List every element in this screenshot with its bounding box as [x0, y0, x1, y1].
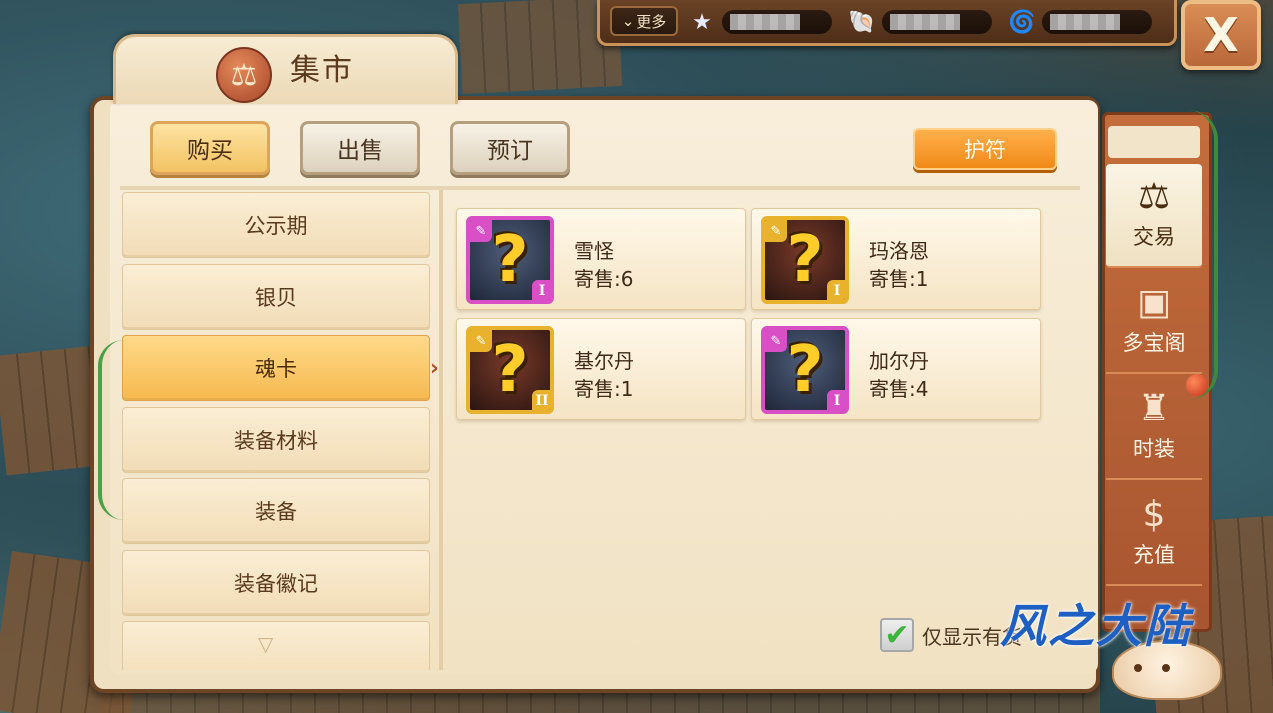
item-count: 寄售:4	[869, 377, 929, 401]
close-button[interactable]: X	[1181, 0, 1261, 70]
item-name: 雪怪	[574, 239, 614, 263]
sidebar-ornament	[1108, 126, 1200, 158]
soul-card-item[interactable]: ✎ ? II 基尔丹 寄售:1	[456, 318, 746, 420]
card-portrait: ✎ ? I	[761, 216, 849, 304]
scale-emblem-icon: ⚖	[216, 47, 272, 103]
category-item[interactable]: 银贝	[122, 264, 430, 330]
sidebar-item-recharge[interactable]: $ 充值	[1106, 482, 1202, 586]
checkbox[interactable]: ✔	[880, 617, 914, 653]
resource-shell: 🐚	[848, 8, 992, 36]
category-item[interactable]: 装备	[122, 478, 430, 544]
category-item[interactable]: 装备材料	[122, 407, 430, 473]
unknown-card-icon: ?	[786, 223, 824, 297]
unknown-card-icon: ?	[786, 333, 824, 407]
tier-badge: I	[532, 280, 550, 300]
item-name: 加尔丹	[869, 349, 929, 373]
category-item[interactable]: 公示期	[122, 192, 430, 258]
item-name: 玛洛恩	[869, 239, 929, 263]
unknown-card-icon: ?	[491, 223, 529, 297]
category-item[interactable]: 装备徽记	[122, 550, 430, 616]
category-label: 装备	[255, 500, 297, 524]
category-label: 魂卡	[255, 357, 297, 381]
tier-badge: II	[532, 390, 550, 410]
watermark-logo: 风之大陆	[1000, 599, 1192, 653]
ribbon-decoration	[98, 340, 124, 520]
soul-card-item[interactable]: ✎ ? I 加尔丹 寄售:4	[751, 318, 1041, 420]
card-portrait: ✎ ? I	[466, 216, 554, 304]
conch-icon: 🌀	[1008, 9, 1036, 35]
category-label: 装备材料	[234, 429, 318, 453]
vine-decoration	[1188, 110, 1218, 400]
tab-reserve[interactable]: 预订	[450, 121, 570, 175]
star-icon: ★	[692, 9, 712, 35]
item-count: 寄售:1	[574, 377, 634, 401]
chevron-right-icon: ›	[429, 356, 439, 381]
page-title: 集市	[290, 53, 354, 88]
shell-icon: 🐚	[848, 9, 876, 35]
unknown-card-icon: ?	[491, 333, 529, 407]
sidebar-label: 多宝阁	[1122, 331, 1186, 355]
card-portrait: ✎ ? I	[761, 326, 849, 414]
sidebar-label: 交易	[1133, 225, 1175, 249]
resource-value	[722, 10, 832, 34]
resource-conch: 🌀	[1008, 8, 1152, 36]
divider	[439, 190, 443, 670]
check-icon: ✔	[884, 617, 910, 653]
tier-badge: I	[827, 390, 845, 410]
soul-card-item[interactable]: ✎ ? I 玛洛恩 寄售:1	[751, 208, 1041, 310]
scroll-down-icon[interactable]: ▽	[258, 632, 273, 656]
sidebar-label: 时装	[1133, 437, 1175, 461]
tab-buy[interactable]: 购买	[150, 121, 270, 175]
soul-card-item[interactable]: ✎ ? I 雪怪 寄售:6	[456, 208, 746, 310]
scale-icon: ⚖	[1137, 176, 1171, 217]
resource-star: ★	[688, 8, 832, 36]
feather-icon: ✎	[765, 330, 787, 352]
category-item-active[interactable]: 魂卡 ›	[122, 335, 439, 401]
more-label: 更多	[636, 12, 667, 31]
category-label: 装备徽记	[234, 572, 318, 596]
feather-icon: ✎	[470, 220, 492, 242]
treasure-chest-icon: ▣	[1136, 282, 1171, 323]
resource-value	[1042, 10, 1152, 34]
category-list[interactable]: 公示期 银贝 魂卡 › 装备材料 装备 装备徽记	[112, 190, 440, 670]
chevron-down-icon: ⌄	[621, 12, 635, 30]
outfit-icon: ♜	[1137, 388, 1171, 429]
feather-icon: ✎	[765, 220, 787, 242]
resource-bar: ⌄ 更多 ★ 🐚 🌀	[597, 0, 1177, 46]
more-button[interactable]: ⌄ 更多	[610, 6, 678, 36]
category-label: 银贝	[255, 286, 297, 310]
tab-sell[interactable]: 出售	[300, 121, 420, 175]
category-item[interactable]	[122, 621, 430, 670]
dollar-icon: $	[1142, 494, 1166, 535]
item-count: 寄售:1	[869, 267, 929, 291]
amulet-label: 护符	[964, 138, 1006, 162]
tab-label: 出售	[337, 138, 383, 164]
resource-value	[882, 10, 992, 34]
bead-decoration	[1186, 374, 1208, 396]
amulet-button[interactable]: 护符	[913, 128, 1057, 170]
title-tab: ⚖	[113, 34, 458, 104]
close-icon: X	[1203, 8, 1239, 62]
sidebar-label: 充值	[1133, 543, 1175, 567]
tier-badge: I	[827, 280, 845, 300]
feather-icon: ✎	[470, 330, 492, 352]
card-portrait: ✎ ? II	[466, 326, 554, 414]
tab-label: 购买	[187, 138, 233, 164]
tab-label: 预订	[487, 138, 533, 164]
category-label: 公示期	[244, 214, 308, 238]
item-count: 寄售:6	[574, 267, 634, 291]
item-name: 基尔丹	[574, 349, 634, 373]
